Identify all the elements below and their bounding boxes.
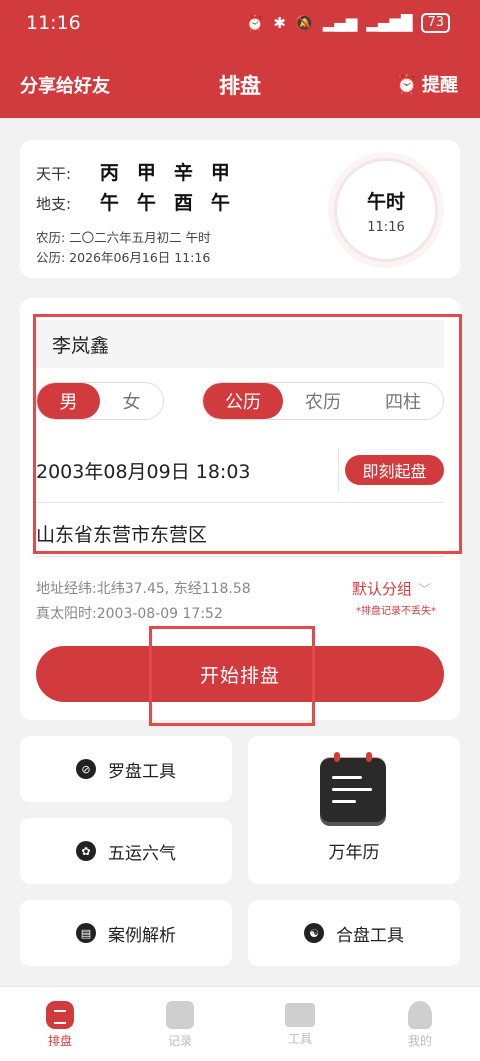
- tiangan-char: 丙: [99, 162, 119, 184]
- battery-icon: 73: [421, 13, 450, 33]
- signal-icon-2: ▂▄▆█: [366, 14, 413, 32]
- briefcase-icon: [285, 1003, 315, 1027]
- tool-label: 合盘工具: [336, 925, 404, 946]
- dizhi-char: 酉: [173, 192, 193, 214]
- tab-label: 我的: [407, 1034, 432, 1048]
- bluetooth-icon: ✱: [273, 14, 286, 32]
- group-note: *排盘记录不丢失*: [356, 606, 436, 617]
- calendar-type-toggle: 公历 农历 四柱: [202, 382, 444, 420]
- dizhi-char: 午: [210, 192, 230, 214]
- calendar-lunar-option[interactable]: 农历: [283, 383, 363, 419]
- alarm-icon: ⏰: [245, 14, 265, 32]
- ganzhi-card: 天干: 丙 甲 辛 甲 地支: 午 午 酉 午 农历: 二〇二六年五月初二 午时…: [20, 140, 460, 278]
- remind-label: 提醒: [422, 75, 458, 96]
- dizhi-label: 地支:: [36, 195, 72, 213]
- gender-male-option[interactable]: 男: [37, 383, 100, 419]
- compass-tool-button[interactable]: ⊘ 罗盘工具: [20, 736, 232, 802]
- tab-label: 工具: [287, 1032, 312, 1046]
- divider: [338, 448, 339, 492]
- gender-female-option[interactable]: 女: [100, 383, 163, 419]
- paipan-icon: [46, 1001, 74, 1029]
- clock-hour: 午时: [366, 191, 405, 213]
- bottom-tab-bar: 排盘 记录 工具 我的: [0, 986, 480, 1061]
- dizhi-char: 午: [99, 192, 119, 214]
- group-select[interactable]: 默认分组 ﹀: [352, 578, 431, 599]
- calendar-solar-option[interactable]: 公历: [203, 383, 283, 419]
- divider: [36, 502, 444, 503]
- status-time: 11:16: [26, 12, 81, 34]
- divider: [36, 556, 444, 557]
- signal-icon: ▂▄▆: [322, 14, 358, 32]
- solar-date: 公历: 2026年06月16日 11:16: [36, 250, 211, 265]
- start-paipan-button[interactable]: 开始排盘: [36, 646, 444, 702]
- tiangan-label: 天干:: [36, 165, 72, 183]
- calendar-sizhu-option[interactable]: 四柱: [363, 383, 443, 419]
- status-icons: ⏰ ✱ 🔕 ▂▄▆ ▂▄▆█ 73: [246, 13, 450, 33]
- notes-icon: [166, 1001, 194, 1029]
- lunar-date: 农历: 二〇二六年五月初二 午时: [36, 230, 211, 245]
- tab-tools[interactable]: 工具: [240, 987, 360, 1061]
- calendar-icon: [320, 752, 386, 822]
- instant-paipan-button[interactable]: 即刻起盘: [345, 455, 444, 485]
- document-icon: ▤: [76, 923, 96, 943]
- status-bar: 11:16 ⏰ ✱ 🔕 ▂▄▆ ▂▄▆█ 73: [0, 0, 480, 50]
- tool-label: 万年历: [328, 843, 380, 863]
- tab-label: 排盘: [47, 1034, 72, 1048]
- tool-label: 罗盘工具: [108, 761, 176, 782]
- alarm-clock-icon: ⏰: [395, 73, 418, 95]
- dizhi-row: 地支: 午 午 酉 午: [36, 188, 230, 215]
- tiangan-row: 天干: 丙 甲 辛 甲: [36, 158, 230, 185]
- person-icon: [408, 1001, 432, 1029]
- yin-yang-icon: ☯: [304, 923, 324, 943]
- tab-paipan[interactable]: 排盘: [0, 987, 120, 1061]
- group-label: 默认分组: [352, 580, 413, 598]
- true-solar-time: 真太阳时:2003-08-09 17:52: [36, 606, 223, 622]
- hepan-tool-button[interactable]: ☯ 合盘工具: [248, 900, 460, 966]
- birth-datetime-field[interactable]: 2003年08月09日 18:03: [36, 457, 251, 484]
- tiangan-char: 甲: [210, 162, 230, 184]
- coords-text: 地址经纬:北纬37.45, 东经118.58: [36, 581, 251, 597]
- wuyun-tool-button[interactable]: ✿ 五运六气: [20, 818, 232, 884]
- case-tool-button[interactable]: ▤ 案例解析: [20, 900, 232, 966]
- tool-label: 五运六气: [108, 843, 176, 864]
- swirl-icon: ✿: [76, 841, 96, 861]
- tab-label: 记录: [167, 1034, 192, 1048]
- chevron-down-icon: ﹀: [418, 583, 432, 598]
- birth-place-field[interactable]: 山东省东营市东营区: [36, 520, 207, 547]
- tool-label: 案例解析: [108, 925, 176, 946]
- name-input[interactable]: 李岚鑫: [36, 320, 444, 368]
- mute-icon: 🔕: [295, 14, 314, 32]
- remind-button[interactable]: ⏰ 提醒: [396, 71, 458, 97]
- gender-toggle: 男 女: [36, 382, 164, 420]
- shichen-clock: 午时 11:16: [334, 158, 438, 262]
- dizhi-char: 午: [136, 192, 156, 214]
- compass-icon: ⊘: [76, 759, 96, 779]
- tab-mine[interactable]: 我的: [360, 987, 480, 1061]
- tab-records[interactable]: 记录: [120, 987, 240, 1061]
- tiangan-char: 甲: [136, 162, 156, 184]
- clock-time: 11:16: [367, 220, 405, 235]
- share-button[interactable]: 分享给好友: [20, 72, 110, 98]
- calendar-tool-button[interactable]: 万年历: [248, 736, 460, 884]
- tiangan-char: 辛: [173, 162, 193, 184]
- app-header: 分享给好友 排盘 ⏰ 提醒: [0, 50, 480, 118]
